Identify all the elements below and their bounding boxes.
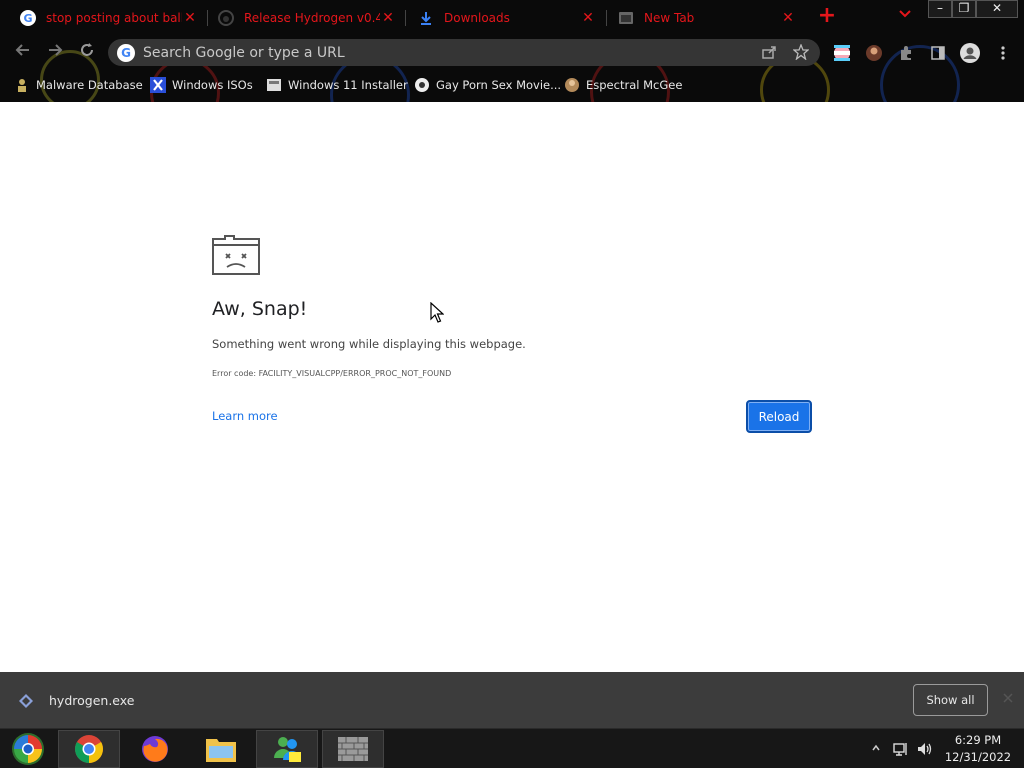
window-close-button[interactable]: ✕ xyxy=(976,0,1018,18)
bookmark-label: Espectral McGee xyxy=(586,78,683,92)
tab-separator xyxy=(405,10,406,26)
reload-icon[interactable] xyxy=(76,42,98,64)
shelf-close-icon[interactable] xyxy=(1000,692,1016,708)
back-arrow-icon[interactable] xyxy=(12,42,34,64)
svg-text:G: G xyxy=(23,12,32,25)
avatar-extension-icon[interactable] xyxy=(863,42,885,64)
tab-close-button[interactable]: ✕ xyxy=(182,10,198,26)
bookmark-label: Windows 11 Installer xyxy=(288,78,408,92)
bookmark-windows-11-installer[interactable]: Windows 11 Installer xyxy=(266,75,408,95)
toolbar: G xyxy=(0,34,1024,70)
share-icon[interactable] xyxy=(760,44,778,62)
bookmark-espectral-mcgee[interactable]: Espectral McGee xyxy=(564,75,682,95)
learn-more-link[interactable]: Learn more xyxy=(212,409,278,423)
tab-separator xyxy=(207,10,208,26)
google-icon: G xyxy=(20,10,36,26)
forward-arrow-icon[interactable] xyxy=(44,42,66,64)
menu-kebab-icon[interactable] xyxy=(992,42,1014,64)
profile-icon[interactable] xyxy=(959,42,981,64)
tab-title: stop posting about baller xyxy=(46,11,182,25)
show-all-button[interactable]: Show all xyxy=(913,684,988,716)
taskbar-file-explorer[interactable] xyxy=(190,730,252,768)
download-shelf: hydrogen.exe Show all xyxy=(0,672,1024,728)
google-icon: G xyxy=(117,43,135,62)
bookmark-malware-database[interactable]: Malware Database xyxy=(14,75,143,95)
system-clock[interactable]: 6:29 PM 12/31/2022 xyxy=(936,733,1020,764)
extensions-puzzle-icon[interactable] xyxy=(895,42,917,64)
new-tab-icon xyxy=(618,10,634,26)
error-title: Aw, Snap! xyxy=(212,298,308,320)
clock-date: 12/31/2022 xyxy=(944,750,1012,764)
malware-icon xyxy=(14,77,30,93)
tab-stop-posting[interactable]: G stop posting about baller ✕ xyxy=(12,4,206,32)
reload-button[interactable]: Reload xyxy=(746,400,812,433)
bookmark-star-icon[interactable] xyxy=(792,43,810,62)
tab-title: New Tab xyxy=(644,11,695,25)
x-icon xyxy=(150,77,166,93)
tray-chevron-up-icon[interactable] xyxy=(868,741,884,757)
tab-release-hydrogen[interactable]: Release Hydrogen v0.4.2 ✕ xyxy=(210,4,404,32)
taskbar-messenger[interactable] xyxy=(256,730,318,768)
taskbar: 6:29 PM 12/31/2022 xyxy=(0,728,1024,768)
bookmark-site[interactable]: Gay Porn Sex Movie... xyxy=(414,75,561,95)
tab-close-button[interactable]: ✕ xyxy=(580,10,596,26)
tab-title: Downloads xyxy=(444,11,510,25)
taskbar-wall-app[interactable] xyxy=(322,730,384,768)
error-page: Aw, Snap! Something went wrong while dis… xyxy=(0,102,1024,672)
tab-new-tab[interactable]: New Tab ✕ xyxy=(610,4,804,32)
clock-time: 6:29 PM xyxy=(954,733,1002,747)
mouse-cursor-icon xyxy=(430,301,445,324)
github-icon xyxy=(218,10,234,26)
avatar-icon xyxy=(564,77,580,93)
download-filename[interactable]: hydrogen.exe xyxy=(49,693,134,708)
tab-close-button[interactable]: ✕ xyxy=(780,10,796,26)
site-icon xyxy=(414,77,430,93)
address-bar-input[interactable] xyxy=(143,44,743,61)
exe-file-icon xyxy=(19,693,33,708)
sad-tab-icon xyxy=(212,235,260,275)
bookmark-windows-isos[interactable]: Windows ISOs xyxy=(150,75,253,95)
restore-button[interactable]: ❐ xyxy=(952,0,976,18)
volume-icon[interactable] xyxy=(917,741,933,757)
taskbar-firefox[interactable] xyxy=(124,730,186,768)
side-panel-icon[interactable] xyxy=(927,42,949,64)
bookmarks-bar: Malware Database Windows ISOs Windows 11… xyxy=(0,72,1024,98)
bookmark-label: Windows ISOs xyxy=(172,78,253,92)
bookmark-label: Malware Database xyxy=(36,78,143,92)
minimize-button[interactable]: – xyxy=(928,0,952,18)
start-button[interactable] xyxy=(0,730,56,768)
error-code: Error code: FACILITY_VISUALCPP/ERROR_PRO… xyxy=(212,369,452,378)
download-icon xyxy=(418,10,434,26)
network-icon[interactable] xyxy=(893,741,909,757)
new-tab-button[interactable]: + xyxy=(816,5,838,28)
flag-extension-icon[interactable] xyxy=(831,42,853,64)
taskbar-chrome[interactable] xyxy=(58,730,120,768)
tab-strip: G stop posting about baller ✕ Release Hy… xyxy=(0,0,1024,34)
tab-downloads[interactable]: Downloads ✕ xyxy=(410,4,604,32)
tab-search-chevron-icon[interactable] xyxy=(895,8,915,26)
bookmark-label: Gay Porn Sex Movie... xyxy=(436,78,562,92)
browser-chrome: G stop posting about baller ✕ Release Hy… xyxy=(0,0,1024,102)
omnibox[interactable]: G xyxy=(108,39,820,66)
tab-title: Release Hydrogen v0.4.2 xyxy=(244,11,380,25)
tab-close-button[interactable]: ✕ xyxy=(380,10,396,26)
tab-separator xyxy=(606,10,607,26)
error-message: Something went wrong while displaying th… xyxy=(212,337,526,351)
installer-icon xyxy=(266,77,282,93)
